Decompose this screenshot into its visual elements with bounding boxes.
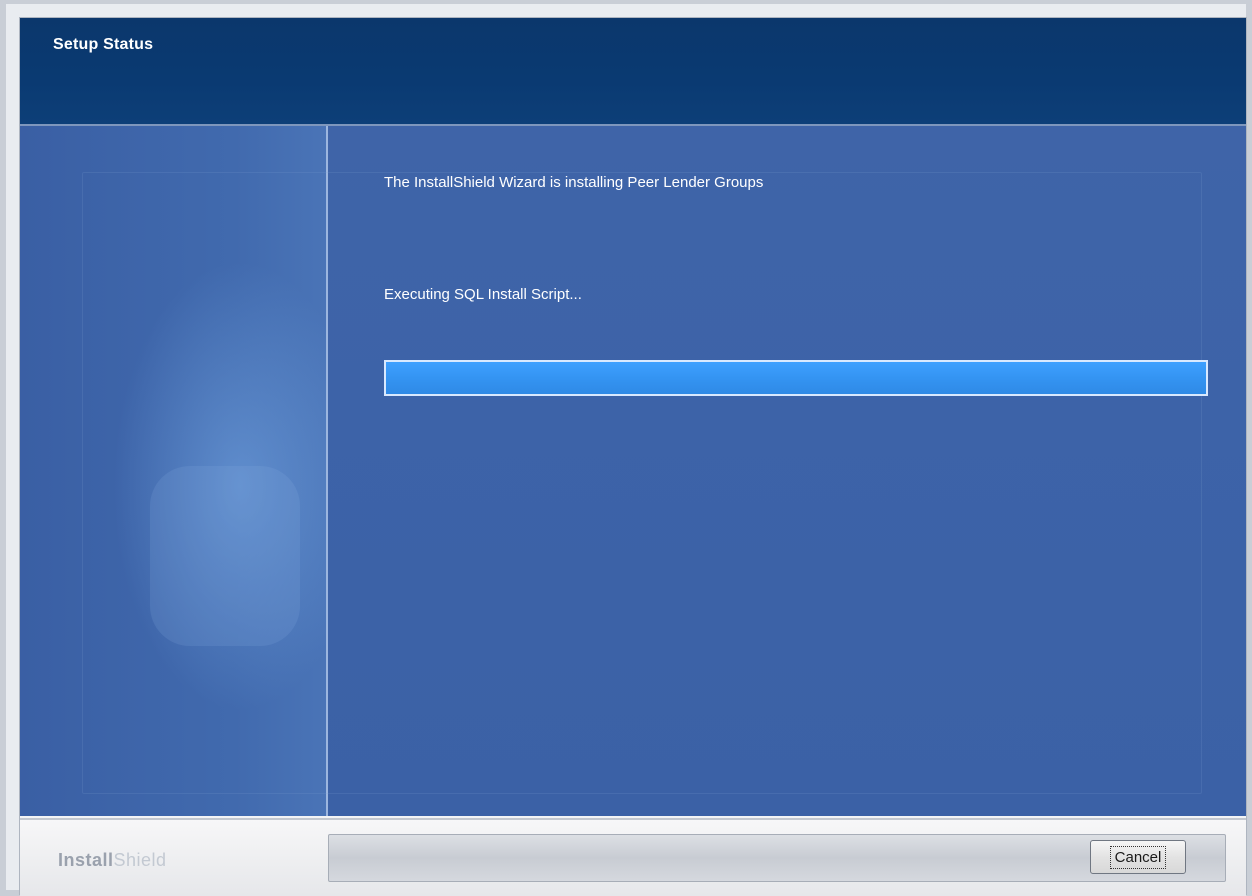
page-title: Setup Status (53, 36, 154, 53)
dialog-frame: Setup Status The InstallShield Wizard is… (20, 18, 1246, 896)
installer-window: Setup Status The InstallShield Wizard is… (0, 0, 1252, 896)
dialog-header: Setup Status (20, 18, 1246, 126)
cancel-button[interactable]: Cancel (1090, 840, 1186, 874)
status-text: Executing SQL Install Script... (384, 286, 582, 303)
install-message: The InstallShield Wizard is installing P… (384, 174, 764, 191)
side-panel-art (150, 466, 300, 646)
dialog-footer: InstallShield Cancel (20, 818, 1246, 896)
brand-shield: Shield (113, 850, 167, 870)
brand-install: Install (58, 850, 114, 870)
progress-bar (384, 360, 1208, 396)
cancel-button-label: Cancel (1109, 845, 1167, 869)
progress-bar-fill (386, 362, 1206, 394)
dialog-body: The InstallShield Wizard is installing P… (20, 126, 1246, 816)
side-panel-graphic (20, 126, 328, 816)
installshield-logo: InstallShield (58, 850, 167, 871)
